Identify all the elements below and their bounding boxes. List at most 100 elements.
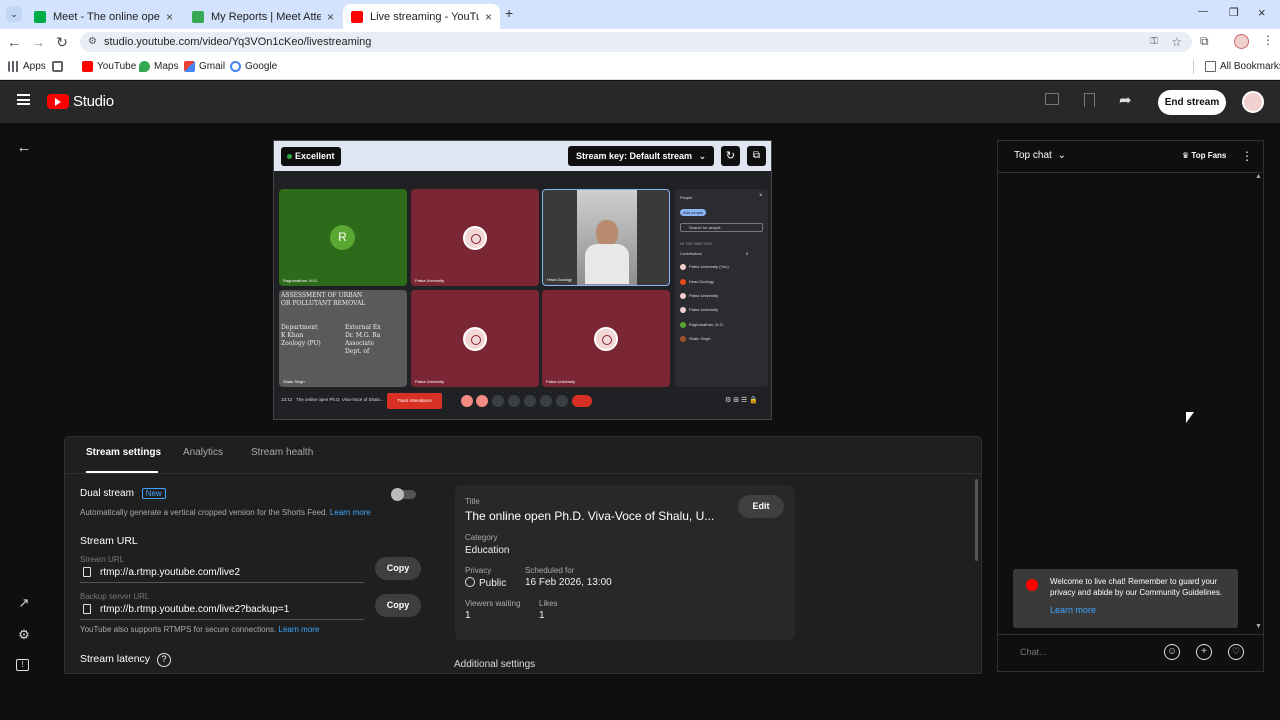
backup-url-field[interactable]: rtmp://b.rtmp.youtube.com/live2?backup=1 xyxy=(80,602,364,620)
person-row: Patna University (You) xyxy=(680,264,729,270)
stream-url-field[interactable]: rtmp://a.rtmp.youtube.com/live2 xyxy=(80,565,364,583)
bookmark-gmail[interactable]: Gmail xyxy=(184,61,225,72)
chat-header-divider xyxy=(998,172,1263,173)
stream-url-heading: Stream URL xyxy=(80,535,138,547)
quality-dot-icon xyxy=(287,154,292,160)
person-row: Patna University xyxy=(680,293,718,299)
top-fans-button[interactable]: ♛ Top Fans xyxy=(1182,151,1226,160)
stream-key-dropdown[interactable]: Stream key: Default stream ⌄ xyxy=(568,146,715,166)
dual-stream-label: Dual stream xyxy=(80,488,134,499)
end-stream-button[interactable]: End stream xyxy=(1158,90,1226,115)
share-icon[interactable]: ➦ xyxy=(1119,91,1132,109)
youtube-icon xyxy=(1026,579,1038,591)
chat-learn-more-link[interactable]: Learn more xyxy=(1050,605,1096,615)
chat-input[interactable] xyxy=(1012,641,1162,663)
tab-search-icon[interactable]: ⌄ xyxy=(6,6,22,22)
chevron-down-icon: ⌄ xyxy=(698,151,707,161)
people-panel-title: People xyxy=(680,195,693,200)
tab-attendance[interactable]: My Reports | Meet Attendance × xyxy=(184,4,342,29)
scrollbar[interactable] xyxy=(975,479,978,561)
quality-badge: Excellent xyxy=(281,147,341,166)
minimize-icon[interactable]: — xyxy=(1198,6,1208,17)
site-info-icon[interactable]: ⚙ xyxy=(88,32,97,52)
person-head xyxy=(596,220,618,246)
add-icon[interactable]: + xyxy=(1196,644,1212,660)
clapperboard-icon[interactable] xyxy=(1045,93,1059,105)
top-fans-label: Top Fans xyxy=(1191,151,1227,160)
viewers-value: 1 xyxy=(465,610,471,621)
tab-meet[interactable]: Meet - The online open Ph.D. V × xyxy=(26,4,181,29)
studio-logo-text: Studio xyxy=(73,93,114,110)
bookmark-maps[interactable]: Maps xyxy=(139,61,178,72)
participant-name: Patna University xyxy=(415,278,445,283)
profile-avatar[interactable] xyxy=(1234,34,1249,49)
edit-button[interactable]: Edit xyxy=(738,495,784,518)
external-link-icon[interactable]: ↗ xyxy=(16,595,32,611)
copy-icon[interactable]: ⧉ xyxy=(747,146,766,166)
studio-logo[interactable]: Studio xyxy=(47,93,114,110)
restore-icon[interactable]: ❐ xyxy=(1229,6,1239,19)
learn-more-link[interactable]: Learn more xyxy=(279,625,320,634)
chat-more-icon[interactable]: ⋮ xyxy=(1241,149,1253,163)
chat-mode-dropdown[interactable]: Top chat ⌄ xyxy=(1014,150,1066,161)
new-tab-icon[interactable]: + xyxy=(505,5,513,21)
feedback-icon[interactable]: ! xyxy=(16,659,29,671)
close-icon[interactable]: × xyxy=(166,10,173,24)
back-arrow-icon[interactable]: ← xyxy=(16,139,32,156)
window-close-icon[interactable]: × xyxy=(1258,5,1266,20)
bookmark-youtube[interactable]: YouTube xyxy=(82,61,136,72)
dual-stream-toggle[interactable] xyxy=(391,488,416,501)
password-key-icon[interactable]: ⚿ xyxy=(1150,32,1158,52)
description-text: Automatically generate a vertical croppe… xyxy=(80,508,328,517)
browser-menu-icon[interactable]: ⋮ xyxy=(1262,33,1274,47)
copy-stream-url-button[interactable]: Copy xyxy=(375,557,421,580)
reload-icon[interactable]: ↻ xyxy=(54,34,70,51)
back-icon[interactable]: ← xyxy=(6,34,22,50)
scheduled-value: 16 Feb 2026, 13:00 xyxy=(525,577,612,588)
scroll-down-icon[interactable]: ▼ xyxy=(1255,623,1262,630)
board-line: Dr. M.G. Ra xyxy=(345,332,381,339)
maps-pin-icon xyxy=(139,61,150,72)
board-column: External Ex Dr. M.G. Ra Associate Dept. … xyxy=(345,324,381,356)
copy-backup-url-button[interactable]: Copy xyxy=(375,594,421,617)
meet-icon xyxy=(34,10,46,23)
tab-analytics[interactable]: Analytics xyxy=(183,447,223,458)
tab-title: Meet - The online open Ph.D. V xyxy=(53,10,160,23)
participant-tile: R Raghunathan, M.G. xyxy=(279,189,407,286)
star-icon[interactable]: ☆ xyxy=(1171,32,1182,52)
category-value: Education xyxy=(465,545,510,556)
close-icon[interactable]: × xyxy=(485,10,492,24)
participant-tile: Patna University xyxy=(411,290,539,387)
forward-icon[interactable]: → xyxy=(30,34,46,50)
attendance-icon xyxy=(192,10,204,23)
person-name: Patna University xyxy=(689,307,719,313)
heart-icon[interactable]: ♡ xyxy=(1228,644,1244,660)
board-line: K Khan xyxy=(281,332,304,339)
additional-settings-heading[interactable]: Additional settings xyxy=(454,659,535,670)
refresh-icon[interactable]: ↻ xyxy=(721,146,740,166)
bookmark-grid[interactable] xyxy=(52,61,67,72)
extensions-icon[interactable]: ⧉ xyxy=(1200,34,1209,49)
hamburger-menu-icon[interactable] xyxy=(17,94,30,105)
close-icon[interactable]: × xyxy=(327,10,334,24)
person-avatar xyxy=(680,264,686,270)
scroll-up-icon[interactable]: ▲ xyxy=(1255,173,1262,180)
privacy-text: Public xyxy=(479,578,507,589)
tab-stream-health[interactable]: Stream health xyxy=(251,447,313,458)
url-field[interactable]: ⚙ studio.youtube.com/video/Yq3VOn1cKeo/l… xyxy=(80,32,1192,52)
bookmark-apps[interactable]: Apps xyxy=(8,61,46,72)
person-avatar xyxy=(680,307,686,313)
tab-live-streaming[interactable]: Live streaming - YouTube Studi × xyxy=(343,4,500,29)
settings-gear-icon[interactable]: ⚙ xyxy=(16,627,32,643)
emoji-icon[interactable]: ☺ xyxy=(1164,644,1180,660)
tab-stream-settings[interactable]: Stream settings xyxy=(86,447,161,458)
channel-avatar[interactable] xyxy=(1242,91,1264,113)
all-bookmarks[interactable]: All Bookmarks xyxy=(1205,61,1280,72)
tab-title: My Reports | Meet Attendance xyxy=(211,10,321,23)
bookmark-icon[interactable] xyxy=(1084,93,1095,107)
dual-stream-heading: Dual stream New xyxy=(80,488,166,499)
help-icon[interactable]: ? xyxy=(156,653,171,667)
person-row: Patna University xyxy=(680,307,718,313)
bookmark-google[interactable]: Google xyxy=(230,61,277,72)
learn-more-link[interactable]: Learn more xyxy=(330,508,371,517)
